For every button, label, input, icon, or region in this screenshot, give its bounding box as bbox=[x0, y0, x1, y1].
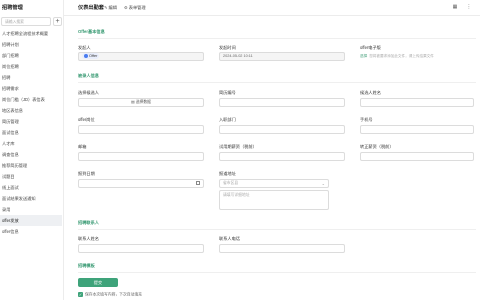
sidebar: 招聘管理 请输入搜索 + 人才招聘全流程技术概要 招聘计划 部门招聘 岗位招聘 招聘 招聘… bbox=[0, 0, 64, 300]
divider bbox=[78, 229, 476, 230]
submit-button[interactable]: 提交 bbox=[78, 278, 118, 287]
select-data-button[interactable]: ▤ 选择数据 bbox=[78, 98, 204, 107]
sidebar-item[interactable]: offer发放 bbox=[0, 215, 62, 226]
select-candidate-label: 选择候选人 bbox=[78, 90, 99, 95]
section-candidate-title: 被录人信息 bbox=[78, 73, 99, 78]
section-contact-title: 招聘联系人 bbox=[78, 220, 99, 225]
app-no-label: 简历编号 bbox=[219, 90, 236, 95]
issuer-value: Offer bbox=[89, 54, 98, 58]
select-data-label: 选择数据 bbox=[135, 100, 151, 104]
sidebar-item[interactable]: 简历管理 bbox=[0, 116, 62, 127]
topbar: 仪表出勤套 ✎编辑 ⚙表单管理 ▦ ⋮ bbox=[64, 0, 480, 16]
divider bbox=[78, 82, 476, 83]
sidebar-item[interactable]: 招聘 bbox=[0, 72, 62, 83]
sidebar-search-input[interactable]: 请输入搜索 bbox=[1, 17, 51, 26]
phone-field[interactable] bbox=[360, 125, 474, 134]
province-select[interactable]: 省市区县 ⌄ bbox=[219, 179, 329, 188]
save-draft-label: 保存本次填写内容，下次自动填充 bbox=[85, 292, 142, 297]
issue-time-field: 2024-05-02 10:11 bbox=[219, 52, 345, 61]
sidebar-item[interactable]: 线上面试 bbox=[0, 182, 62, 193]
chevron-down-icon: ⌄ bbox=[321, 181, 325, 186]
issuer-field: Offer bbox=[78, 52, 204, 61]
sidebar-item[interactable]: 招聘需求 bbox=[0, 83, 62, 94]
detail-address-textarea[interactable]: 请填写详细地址 bbox=[219, 190, 329, 210]
edit-label: 编辑 bbox=[108, 5, 117, 10]
settings-icon: ⚙ bbox=[124, 5, 128, 10]
contact-phone-label: 联系人电话 bbox=[219, 236, 240, 241]
more-icon[interactable]: ⋮ bbox=[466, 4, 472, 10]
email-label: 邮箱 bbox=[78, 144, 87, 149]
sidebar-item[interactable]: 面试信息 bbox=[0, 127, 62, 138]
issue-time-label: 发起时间 bbox=[219, 45, 236, 50]
section-template-title: 招聘模板 bbox=[78, 263, 95, 268]
offer-form: Offer基本信息 发起人 Offer 发起时间 2024-05-02 10:1… bbox=[64, 17, 480, 300]
offer-email-label: offer电子版 bbox=[360, 45, 381, 50]
candidate-name-label: 候选人姓名 bbox=[360, 90, 381, 95]
sidebar-item[interactable]: 试题目 bbox=[0, 171, 62, 182]
sidebar-item[interactable]: 岗位招聘 bbox=[0, 61, 62, 72]
trial-salary-label: 试用期薪资（税前） bbox=[219, 144, 257, 149]
regular-salary-label: 转正薪资（税前） bbox=[360, 144, 394, 149]
regular-salary-field[interactable] bbox=[360, 152, 474, 161]
issuer-label: 发起人 bbox=[78, 45, 91, 50]
divider bbox=[78, 272, 476, 273]
offer-email-select-button[interactable]: 选择 bbox=[360, 54, 367, 58]
database-icon: ▤ bbox=[131, 100, 135, 104]
sidebar-title: 招聘管理 bbox=[2, 5, 23, 11]
report-date-picker[interactable] bbox=[78, 179, 204, 188]
calendar-icon bbox=[196, 181, 200, 185]
sidebar-item[interactable]: 录用 bbox=[0, 204, 62, 215]
edit-button[interactable]: ✎编辑 bbox=[104, 5, 117, 11]
avatar bbox=[84, 54, 88, 58]
pencil-icon: ✎ bbox=[104, 5, 108, 10]
dept-label: 入职部门 bbox=[219, 117, 236, 122]
sidebar-item[interactable]: offer信息 bbox=[0, 226, 62, 237]
offer-position-field[interactable] bbox=[78, 125, 204, 134]
sidebar-item[interactable]: 地区表信息 bbox=[0, 105, 62, 116]
grid-icon[interactable]: ▦ bbox=[452, 4, 458, 10]
divider bbox=[78, 38, 476, 39]
report-date-label: 报到日期 bbox=[78, 171, 95, 176]
issuer-tag: Offer bbox=[82, 53, 100, 59]
section-basic-title: Offer基本信息 bbox=[78, 29, 105, 34]
contact-name-label: 联系人姓名 bbox=[78, 236, 99, 241]
sidebar-item[interactable]: 推荐简历管理 bbox=[0, 160, 62, 171]
form-manage-label: 表单管理 bbox=[128, 5, 146, 10]
dept-field[interactable] bbox=[219, 125, 345, 134]
contact-phone-field[interactable] bbox=[219, 244, 345, 253]
sidebar-item[interactable]: 招聘计划 bbox=[0, 39, 62, 50]
offer-position-label: offer岗位 bbox=[78, 117, 95, 122]
email-field[interactable] bbox=[78, 152, 204, 161]
sidebar-item[interactable]: 调查信息 bbox=[0, 149, 62, 160]
province-placeholder: 省市区县 bbox=[223, 181, 239, 185]
save-draft-checkbox[interactable]: ✓ 保存本次填写内容，下次自动填充 bbox=[78, 292, 142, 298]
page-title: 仪表出勤套 bbox=[78, 5, 104, 11]
checkbox-checked-icon[interactable]: ✓ bbox=[78, 292, 83, 297]
sidebar-item[interactable]: 部门招聘 bbox=[0, 50, 62, 61]
sidebar-list: 人才招聘全流程技术概要 招聘计划 部门招聘 岗位招聘 招聘 招聘需求 岗位门槛（JD）表信表… bbox=[0, 28, 62, 237]
trial-salary-field[interactable] bbox=[219, 152, 345, 161]
sidebar-item[interactable]: 人才库 bbox=[0, 138, 62, 149]
phone-label: 手机号 bbox=[360, 117, 373, 122]
offer-email-upload[interactable]: 选择 您将被要求添加此文件，请上传结果文件 bbox=[360, 54, 434, 59]
offer-email-hint: 您将被要求添加此文件，请上传结果文件 bbox=[369, 54, 434, 58]
sidebar-item[interactable]: 人才招聘全流程技术概要 bbox=[0, 28, 62, 39]
app-no-field[interactable] bbox=[219, 98, 345, 107]
report-addr-label: 报道地址 bbox=[219, 171, 236, 176]
contact-name-field[interactable] bbox=[78, 244, 204, 253]
sidebar-item[interactable]: 岗位门槛（JD）表信表 bbox=[0, 94, 62, 105]
sidebar-item[interactable]: 面试结果发送通知 bbox=[0, 193, 62, 204]
form-manage-button[interactable]: ⚙表单管理 bbox=[124, 5, 146, 11]
candidate-name-field[interactable] bbox=[360, 98, 474, 107]
sidebar-add-button[interactable]: + bbox=[53, 17, 62, 26]
